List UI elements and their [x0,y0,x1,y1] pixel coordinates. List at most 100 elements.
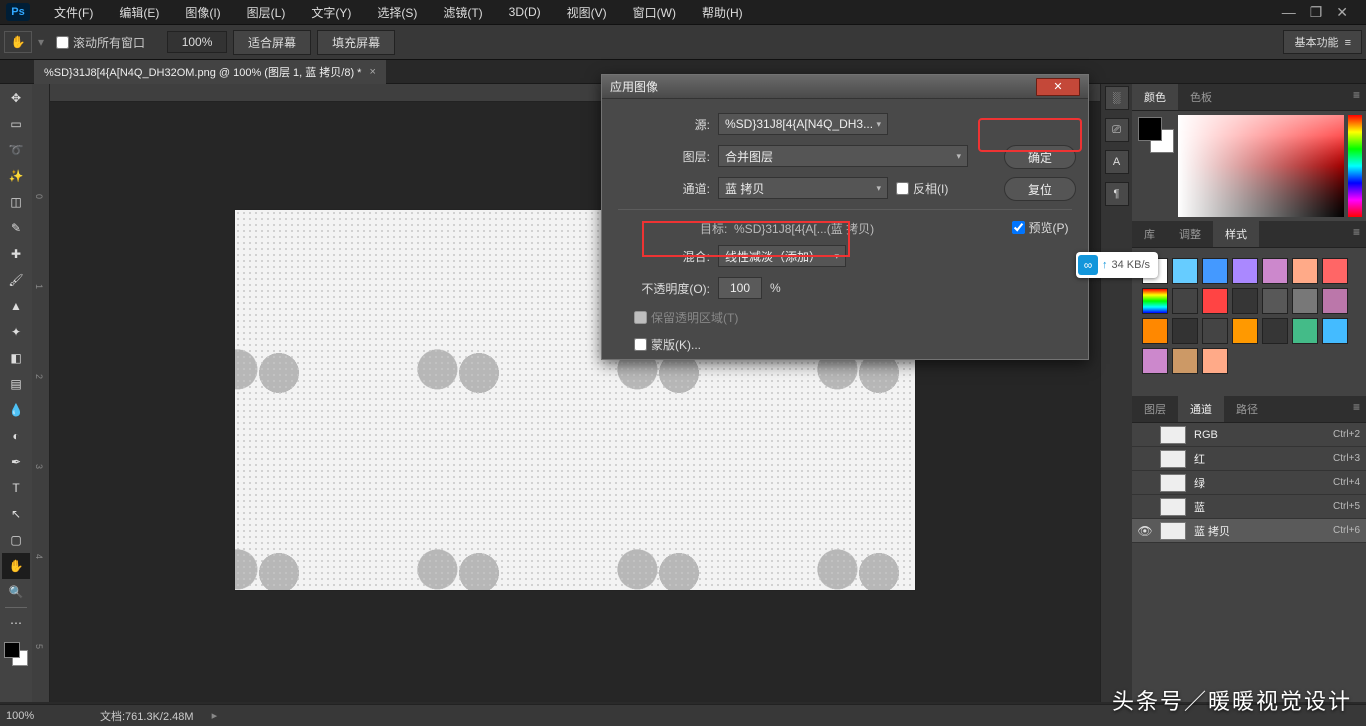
style-swatch[interactable] [1262,258,1288,284]
style-swatch[interactable] [1172,318,1198,344]
reset-button[interactable]: 复位 [1004,177,1076,201]
tab-adjustments[interactable]: 调整 [1167,221,1213,247]
tool-shape[interactable]: ▢ [2,527,30,553]
style-swatch[interactable] [1202,318,1228,344]
ok-button[interactable]: 确定 [1004,145,1076,169]
menu-layer[interactable]: 图层(L) [235,0,298,25]
channel-select[interactable]: 蓝 拷贝▾ [718,177,888,199]
style-swatch[interactable] [1172,348,1198,374]
style-swatch[interactable] [1232,258,1258,284]
panel-menu-icon[interactable]: ≡ [1347,221,1366,247]
menu-file[interactable]: 文件(F) [42,0,105,25]
style-swatch[interactable] [1232,288,1258,314]
style-swatch[interactable] [1292,318,1318,344]
channel-row[interactable]: 👁 绿 Ctrl+4 [1132,471,1366,495]
document-tab[interactable]: %SD}31J8[4{A[N4Q_DH32OM.png @ 100% (图层 1… [34,60,386,84]
style-swatch[interactable] [1322,288,1348,314]
dialog-close-button[interactable]: ✕ [1036,78,1080,96]
menu-view[interactable]: 视图(V) [555,0,619,25]
properties-panel-icon[interactable]: ⎚ [1105,118,1129,142]
style-swatch[interactable] [1292,258,1318,284]
menu-3d[interactable]: 3D(D) [497,1,553,23]
menu-window[interactable]: 窗口(W) [621,0,688,25]
menu-edit[interactable]: 编辑(E) [107,0,171,25]
scroll-all-checkbox[interactable]: 滚动所有窗口 [50,34,151,51]
tool-marquee[interactable]: ▭ [2,111,30,137]
color-fg-swatch[interactable] [1138,117,1162,141]
visibility-icon[interactable]: 👁 [1138,524,1152,538]
dialog-titlebar[interactable]: 应用图像 ✕ [602,75,1088,99]
tool-heal[interactable]: ✚ [2,241,30,267]
style-swatch[interactable] [1172,288,1198,314]
channel-row[interactable]: 👁 蓝 Ctrl+5 [1132,495,1366,519]
mask-checkbox[interactable]: 蒙版(K)... [634,336,701,353]
hand-tool-icon[interactable]: ✋ [4,31,32,53]
menu-help[interactable]: 帮助(H) [690,0,755,25]
style-swatch[interactable] [1202,348,1228,374]
style-swatch[interactable] [1262,318,1288,344]
status-zoom[interactable]: 100% [6,710,82,722]
blend-select[interactable]: 线性减淡（添加）▾ [718,245,846,267]
menu-filter[interactable]: 滤镜(T) [431,0,494,25]
menu-image[interactable]: 图像(I) [173,0,232,25]
color-panel[interactable] [1132,111,1366,221]
style-swatch[interactable] [1142,318,1168,344]
tool-path-select[interactable]: ↖ [2,501,30,527]
style-swatch[interactable] [1322,258,1348,284]
fill-screen-button[interactable]: 填充屏幕 [317,30,395,55]
tool-dodge[interactable]: ◐ [2,423,30,449]
style-swatch[interactable] [1292,288,1318,314]
menu-type[interactable]: 文字(Y) [299,0,363,25]
tool-hand[interactable]: ✋ [2,553,30,579]
style-swatch[interactable] [1322,318,1348,344]
history-panel-icon[interactable]: ░ [1105,86,1129,110]
tool-lasso[interactable]: ➰ [2,137,30,163]
style-swatch[interactable] [1202,288,1228,314]
character-panel-icon[interactable]: A [1105,150,1129,174]
tool-type[interactable]: T [2,475,30,501]
channel-row[interactable]: 👁 红 Ctrl+3 [1132,447,1366,471]
tab-library[interactable]: 库 [1132,221,1167,247]
tab-layers[interactable]: 图层 [1132,396,1178,422]
zoom-input[interactable]: 100% [167,31,227,53]
window-maximize[interactable]: ❐ [1310,4,1323,21]
style-swatch[interactable] [1142,348,1168,374]
tool-stamp[interactable]: ▲ [2,293,30,319]
tool-crop[interactable]: ◫ [2,189,30,215]
panel-menu-icon[interactable]: ≡ [1347,84,1366,110]
tab-styles[interactable]: 样式 [1213,221,1259,247]
tool-wand[interactable]: ✨ [2,163,30,189]
tool-blur[interactable]: 💧 [2,397,30,423]
style-swatch[interactable] [1202,258,1228,284]
color-spectrum[interactable] [1178,115,1344,217]
panel-menu-icon[interactable]: ≡ [1347,396,1366,422]
tool-zoom[interactable]: 🔍 [2,579,30,605]
foreground-color[interactable] [4,642,20,658]
channel-row[interactable]: 👁 蓝 拷贝 Ctrl+6 [1132,519,1366,543]
tab-color[interactable]: 颜色 [1132,84,1178,110]
tab-channels[interactable]: 通道 [1178,396,1224,422]
layer-select[interactable]: 合并图层▾ [718,145,968,167]
fit-screen-button[interactable]: 适合屏幕 [233,30,311,55]
style-swatch[interactable] [1142,288,1168,314]
tool-brush[interactable]: 🖌 [2,267,30,293]
paragraph-panel-icon[interactable]: ¶ [1105,182,1129,206]
tool-eyedropper[interactable]: ✎ [2,215,30,241]
workspace-switcher[interactable]: 基本功能 ≡ [1283,30,1362,54]
close-tab-icon[interactable]: × [369,66,375,78]
style-swatch[interactable] [1262,288,1288,314]
tool-edit-toolbar[interactable]: ⋯ [2,610,30,636]
color-swatches[interactable] [2,642,30,670]
tool-pen[interactable]: ✒ [2,449,30,475]
tool-move[interactable]: ✥ [2,85,30,111]
menu-select[interactable]: 选择(S) [365,0,429,25]
tool-history-brush[interactable]: ✦ [2,319,30,345]
channel-row[interactable]: 👁 RGB Ctrl+2 [1132,423,1366,447]
style-swatch[interactable] [1172,258,1198,284]
hue-strip[interactable] [1348,115,1362,217]
tab-paths[interactable]: 路径 [1224,396,1270,422]
style-swatch[interactable] [1232,318,1258,344]
invert-checkbox[interactable]: 反相(I) [896,180,948,197]
tool-eraser[interactable]: ◧ [2,345,30,371]
preview-checkbox[interactable]: 预览(P) [1012,219,1069,236]
